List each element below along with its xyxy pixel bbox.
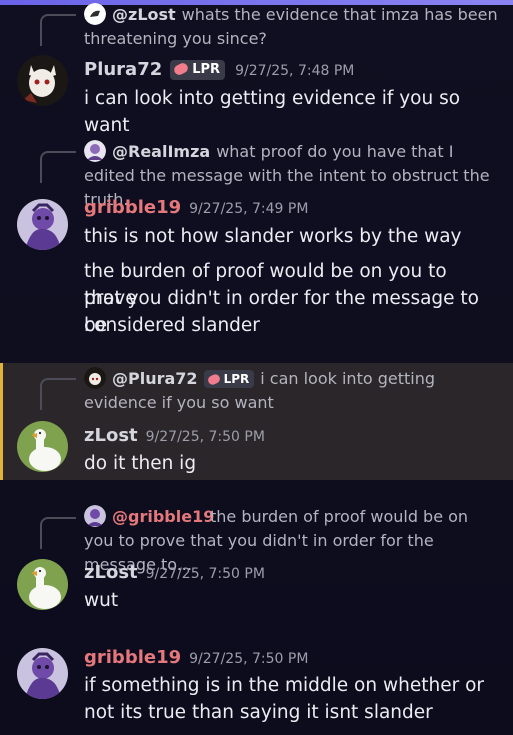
leaf-icon [172,61,190,77]
message-text: considered slander [84,315,260,336]
reply-username[interactable]: @Plura72 [112,369,198,388]
message-text: not its true than saying it isnt slander [84,702,433,723]
reply-preview[interactable]: @zLost whats the evidence that imza has b… [84,3,501,51]
reply-spine [40,378,76,410]
message-text: do it then ig [84,453,197,474]
message-header: zLost 9/27/25, 7:50 PM [84,423,503,449]
avatar[interactable] [17,421,68,472]
reply-preview[interactable]: @Plura72 LPR i can look into getting evide… [84,367,501,415]
reply-spine [40,14,76,46]
reply-avatar-plura72 [84,367,106,389]
timestamp[interactable]: 9/27/25, 7:48 PM [235,63,354,79]
message-gribble19-2[interactable]: gribble19 9/27/25, 7:50 PM if something i… [0,630,513,735]
message-plura72[interactable]: @zLost whats the evidence that imza has b… [0,0,513,136]
server-tag-badge[interactable]: LPR [170,60,226,80]
reply-username[interactable]: @zLost [112,5,176,24]
timestamp[interactable]: 9/27/25, 7:50 PM [146,566,265,582]
message-text: this is not how slander works by the way [84,226,462,247]
reply-username[interactable]: @RealImza [112,142,210,161]
avatar[interactable] [17,648,68,699]
reply-avatar-realimza [84,140,106,162]
leaf-icon [206,372,221,387]
chat-log: @zLost whats the evidence that imza has b… [0,0,513,735]
message-text: wut [84,590,119,611]
reply-avatar-zlost [84,3,106,25]
message-header: gribble19 9/27/25, 7:50 PM [84,645,503,671]
timestamp[interactable]: 9/27/25, 7:50 PM [146,429,265,445]
message-zlost-mention[interactable]: @Plura72 LPR i can look into getting evide… [0,363,513,480]
server-tag-badge[interactable]: LPR [203,370,255,388]
author-name[interactable]: zLost [84,425,138,446]
message-header: zLost 9/27/25, 7:50 PM [84,560,503,586]
avatar[interactable] [17,199,68,250]
reply-spine [40,151,76,183]
author-name[interactable]: Plura72 [84,59,162,80]
author-name[interactable]: gribble19 [84,197,181,218]
avatar[interactable] [17,55,68,106]
avatar[interactable] [17,559,68,610]
timestamp[interactable]: 9/27/25, 7:49 PM [189,201,308,217]
timestamp[interactable]: 9/27/25, 7:50 PM [189,651,308,667]
author-name[interactable]: gribble19 [84,647,181,668]
author-name[interactable]: zLost [84,562,138,583]
message-gribble19[interactable]: @RealImza what proof do you have that I e… [0,125,513,363]
message-text: if something is in the middle on whether… [84,675,484,696]
reply-spine [40,517,76,549]
message-zlost[interactable]: @gribble19 the burden of proof would be … [0,480,513,630]
mention-highlight-bar [0,363,3,480]
message-header: Plura72 LPR 9/27/25, 7:48 PM [84,57,503,83]
message-header: gribble19 9/27/25, 7:49 PM [84,195,503,221]
